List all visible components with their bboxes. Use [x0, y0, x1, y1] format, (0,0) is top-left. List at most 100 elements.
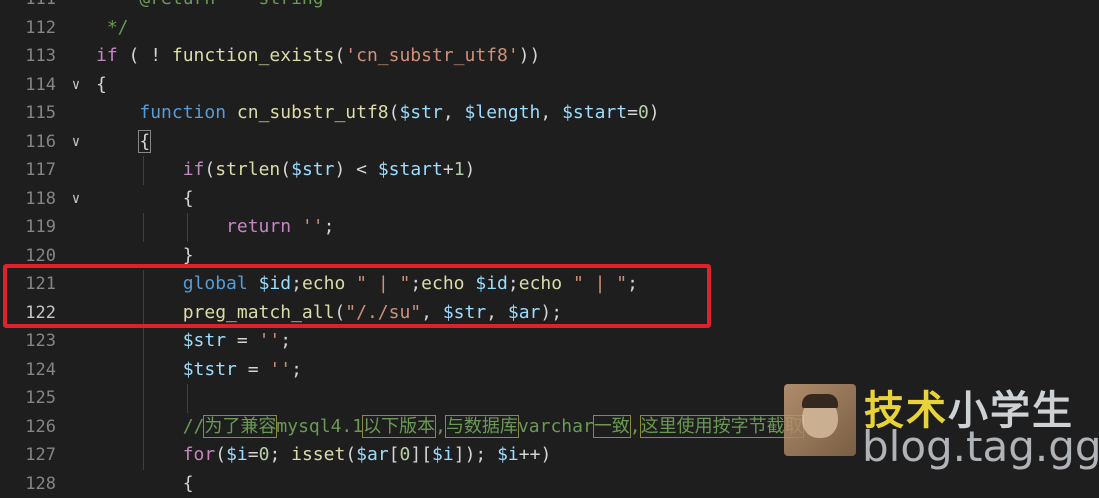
code-token: + [443, 159, 454, 180]
code-token: 以下版本 [363, 416, 435, 437]
line-number: 116 [0, 128, 56, 157]
code-line[interactable]: 118 ∨ { [0, 185, 1099, 214]
indent-guide [187, 384, 188, 413]
line-number: 115 [0, 99, 56, 128]
code-token: = [627, 102, 638, 123]
code-token: // [183, 416, 205, 437]
code-token: = [237, 359, 270, 380]
code-token: '' [259, 330, 281, 351]
line-number: 124 [0, 356, 56, 385]
code-token: isset [291, 444, 345, 465]
code-text[interactable]: if ( ! function_exists('cn_substr_utf8')… [96, 42, 540, 71]
code-text[interactable]: { [96, 71, 107, 100]
code-text[interactable]: { [96, 185, 194, 214]
line-number: 113 [0, 42, 56, 71]
code-token: [ [389, 444, 400, 465]
code-token: { [96, 188, 194, 209]
code-token: 一致 [594, 416, 630, 437]
code-token: if [96, 45, 118, 66]
code-line[interactable]: 123 $str = ''; [0, 327, 1099, 356]
fold-chevron-icon[interactable]: ∨ [66, 185, 86, 214]
code-token: 为了兼容 [204, 416, 276, 437]
code-token: 与数据库 [446, 416, 518, 437]
code-text[interactable]: */ [96, 14, 129, 43]
code-token: $length [465, 102, 541, 123]
code-line[interactable]: 119 return ''; [0, 213, 1099, 242]
code-line[interactable]: 113 if ( ! function_exists('cn_substr_utf… [0, 42, 1099, 71]
code-line[interactable]: 117 if(strlen($str) < $start+1) [0, 156, 1099, 185]
code-token: return [226, 216, 291, 237]
code-token [96, 444, 183, 465]
code-token: $i [226, 444, 248, 465]
code-token: ( [215, 444, 226, 465]
code-text[interactable]: function cn_substr_utf8($str, $length, $… [96, 99, 660, 128]
code-token: function [139, 102, 226, 123]
code-text[interactable]: return ''; [96, 213, 334, 242]
line-number: 128 [0, 470, 56, 498]
code-token: varchar [518, 416, 594, 437]
code-token: ; [291, 359, 302, 380]
fold-chevron-icon[interactable]: ∨ [66, 71, 86, 100]
line-number: 117 [0, 156, 56, 185]
code-token: $start [562, 102, 627, 123]
watermark-url: blog.tag.gg [862, 422, 1099, 471]
code-text[interactable]: { [96, 470, 194, 498]
code-token: , [443, 102, 465, 123]
code-token: */ [96, 17, 129, 38]
fold-chevron-icon[interactable]: ∨ [66, 128, 86, 157]
code-token: if [183, 159, 205, 180]
code-token: ( [280, 159, 291, 180]
code-text[interactable]: if(strlen($str) < $start+1) [96, 156, 475, 185]
code-text[interactable]: { [96, 128, 150, 157]
code-token: 1 [454, 159, 465, 180]
code-line[interactable]: 128 { [0, 470, 1099, 498]
code-text[interactable]: for($i=0; isset($ar[0][$i]); $i++) [96, 441, 551, 470]
line-number: 119 [0, 213, 56, 242]
code-token: $tstr [183, 359, 237, 380]
code-line[interactable]: 116 ∨ { [0, 128, 1099, 157]
code-token: cn_substr_utf8 [237, 102, 389, 123]
code-token: ; [324, 216, 335, 237]
code-line[interactable]: 112 */ [0, 14, 1099, 43]
line-number: 123 [0, 327, 56, 356]
line-number: 118 [0, 185, 56, 214]
code-token: $str [183, 330, 226, 351]
code-token: ) [649, 102, 660, 123]
code-line[interactable]: 111 @return string [0, 0, 1099, 14]
code-token [291, 216, 302, 237]
code-line[interactable]: 115 function cn_substr_utf8($str, $lengt… [0, 99, 1099, 128]
code-token: $str [291, 159, 334, 180]
code-token: mysql4.1 [276, 416, 363, 437]
code-token: ) [465, 159, 476, 180]
code-token: ( ! [118, 45, 172, 66]
code-text[interactable]: @return string [96, 0, 324, 14]
code-token: ( [334, 45, 345, 66]
code-token: ( [345, 444, 356, 465]
code-token [96, 416, 183, 437]
code-token: { [139, 131, 150, 152]
code-token: } [96, 245, 194, 266]
highlight-box [3, 264, 711, 328]
code-token [226, 102, 237, 123]
code-token: ][ [410, 444, 432, 465]
code-token: = [226, 330, 259, 351]
code-text[interactable]: $tstr = ''; [96, 356, 302, 385]
code-token: ( [389, 102, 400, 123]
code-line[interactable]: 114 ∨ { [0, 71, 1099, 100]
code-token [96, 159, 183, 180]
indent-guide [143, 384, 144, 413]
line-number: 111 [0, 0, 56, 14]
code-token: , [540, 102, 562, 123]
watermark: 技术小学生 blog.tag.gg [784, 382, 1094, 472]
code-token: { [96, 74, 107, 95]
code-token: $start [378, 159, 443, 180]
line-number: 114 [0, 71, 56, 100]
code-text[interactable]: //为了兼容mysql4.1以下版本,与数据库varchar一致,这里使用按字节… [96, 413, 803, 442]
code-token: 'cn_substr_utf8' [345, 45, 518, 66]
code-token: '' [302, 216, 324, 237]
code-text[interactable]: $str = ''; [96, 327, 291, 356]
code-token: 0 [638, 102, 649, 123]
code-token: ]); [454, 444, 497, 465]
code-token [96, 216, 226, 237]
code-token: function_exists [172, 45, 335, 66]
